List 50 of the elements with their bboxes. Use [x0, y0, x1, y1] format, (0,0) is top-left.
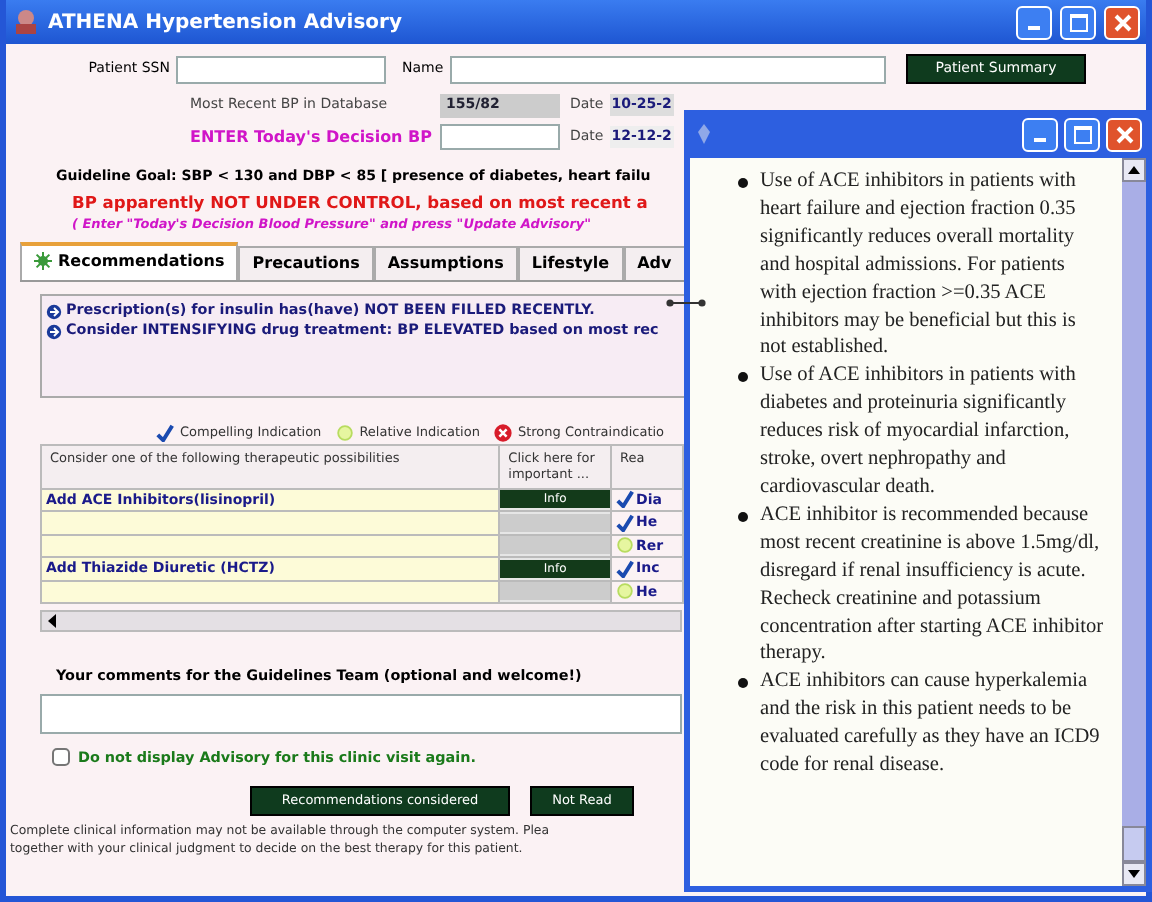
app-icon [12, 8, 40, 36]
tab[interactable]: Lifestyle [517, 245, 624, 280]
bp-input-field[interactable] [440, 124, 560, 150]
check-icon [616, 559, 635, 578]
close-icon [1113, 13, 1131, 31]
bullet-icon [738, 678, 748, 689]
scroll-down-button[interactable] [1122, 862, 1146, 886]
field-label: ENTER Today's Decision BP [190, 125, 434, 149]
tab[interactable]: Recommendations [20, 241, 239, 280]
horizontal-scrollbar[interactable] [40, 610, 682, 633]
minimize-button[interactable] [1022, 117, 1058, 151]
bullet-icon [738, 511, 748, 522]
arrow-icon [46, 323, 62, 340]
close-icon [1115, 125, 1133, 143]
close-button[interactable] [1106, 117, 1142, 151]
status-message: BP apparently NOT UNDER CONTROL, based on most recent a [72, 189, 648, 214]
advice-text: ACE inhibitor is recommended because most recent creatinine is above 1.5mg/dl, disregard if renal insufficiency is acute. Recheck creatinine and potassium concentration after starting ACE inhibitor therapy. [760, 501, 1106, 669]
tab[interactable]: Assumptions [373, 245, 518, 280]
bullet-icon [738, 178, 748, 188]
down-arrow-icon [1128, 870, 1140, 878]
pin-icon [694, 122, 714, 146]
tab[interactable]: Adv [623, 245, 686, 280]
close-button[interactable] [1104, 5, 1140, 39]
up-arrow-icon [1128, 166, 1140, 174]
maximize-icon [1073, 125, 1091, 143]
circle-icon [616, 536, 635, 555]
bullet-icon [738, 372, 748, 383]
sun-icon [34, 252, 52, 271]
comments-field[interactable] [40, 693, 682, 734]
advice-text: Use of ACE inhibitors in patients with diabetes and proteinuria significantly reduces risk of myocardial infarction, stroke, overt nephropathy and cardiovascular death. [760, 362, 1078, 502]
tab[interactable]: Precautions [238, 245, 374, 280]
maximize-button[interactable] [1064, 117, 1100, 151]
check-icon [156, 424, 174, 443]
window-title: ATHENA Hypertension Advisory [48, 9, 402, 37]
checkbox[interactable] [52, 748, 70, 767]
ssn-field[interactable] [176, 55, 386, 83]
advice-text: ACE inhibitors can cause hyperkalemia and the risk in this patient needs to be evaluated carefully as they have an ICD9 code for renal disease. [760, 668, 1102, 780]
cross-icon [493, 424, 512, 443]
scrollbar[interactable] [1122, 158, 1146, 886]
minimize-button[interactable] [1016, 5, 1052, 39]
maximize-button[interactable] [1060, 5, 1096, 39]
scroll-up-button[interactable] [1122, 158, 1146, 182]
circle-icon [616, 582, 635, 601]
maximize-icon [1069, 13, 1087, 31]
splitter-handle-icon[interactable] [666, 298, 706, 308]
arrow-icon [46, 303, 62, 320]
circle-icon [335, 424, 354, 443]
scroll-thumb[interactable] [1122, 826, 1146, 862]
advice-text: Use of ACE inhibitors in patients with heart failure and ejection fraction 0.35 significantly reduces overall mortality and hospital admissions. For patients with ejection fraction >=0.35 ACE inhibitors may be beneficial but this is not established. [760, 168, 1078, 363]
name-field[interactable] [450, 55, 886, 83]
